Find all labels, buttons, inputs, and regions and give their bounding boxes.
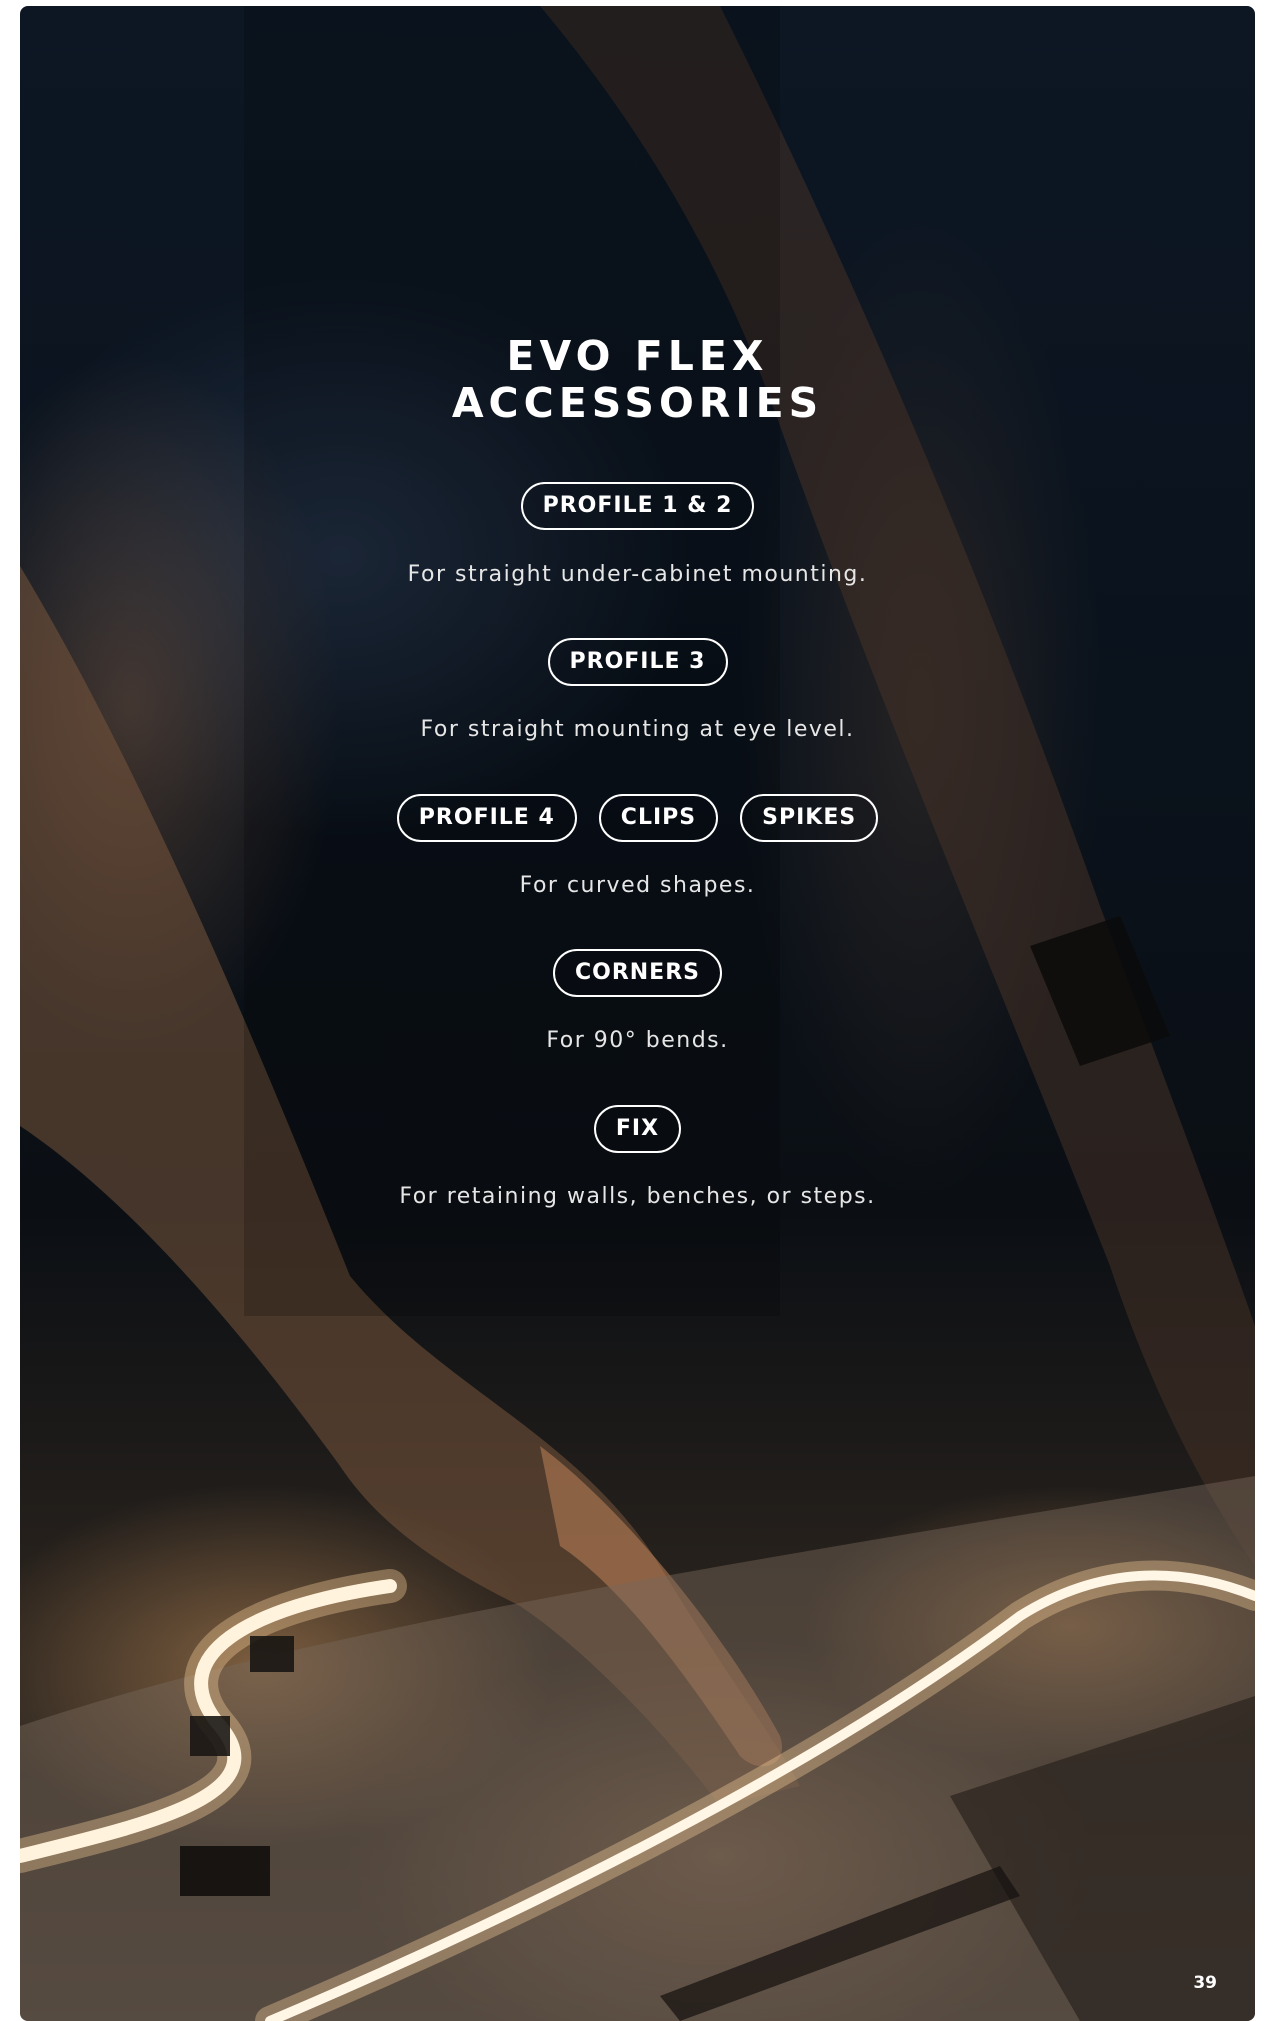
- accessory-tags-row-4: CORNERS: [20, 949, 1255, 997]
- tag-profile-1-2: PROFILE 1 & 2: [520, 482, 755, 530]
- description-fix: For retaining walls, benches, or steps.: [399, 1184, 876, 1209]
- description-profile-3: For straight mounting at eye level.: [420, 717, 855, 742]
- accessory-tags-row-3: PROFILE 4 CLIPS SPIKES: [20, 794, 1255, 842]
- title-line-2: ACCESSORIES: [451, 379, 824, 427]
- tag-profile-3: PROFILE 3: [547, 638, 728, 686]
- accessory-tags-row-5: FIX: [20, 1105, 1255, 1153]
- clip-shape: [250, 1636, 294, 1672]
- title-line-1: EVO FLEX: [506, 332, 769, 380]
- clip-shape: [190, 1716, 230, 1756]
- tag-spikes: SPIKES: [740, 794, 879, 842]
- page-title: EVO FLEX ACCESSORIES: [20, 333, 1255, 427]
- page-number: 39: [1193, 1973, 1217, 1993]
- description-corners: For 90° bends.: [546, 1028, 729, 1053]
- clip-shape: [180, 1846, 270, 1896]
- accessory-tags-row-2: PROFILE 3: [20, 638, 1255, 686]
- tag-profile-4: PROFILE 4: [396, 794, 577, 842]
- tag-clips: CLIPS: [598, 794, 719, 842]
- accessory-tags-row-1: PROFILE 1 & 2: [20, 482, 1255, 530]
- description-profile-1-2: For straight under-cabinet mounting.: [407, 562, 868, 587]
- brochure-page: EVO FLEX ACCESSORIES PROFILE 1 & 2 For s…: [20, 6, 1255, 2021]
- tag-corners: CORNERS: [552, 949, 722, 997]
- description-curved-shapes: For curved shapes.: [519, 873, 756, 898]
- tag-fix: FIX: [593, 1105, 682, 1153]
